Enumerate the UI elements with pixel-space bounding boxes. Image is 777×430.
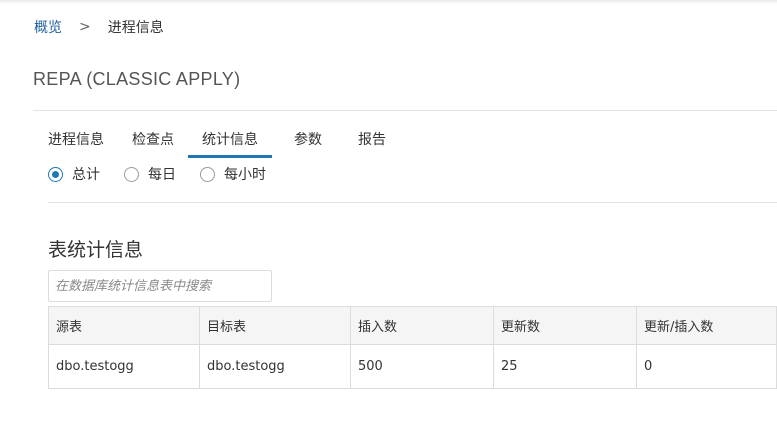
cell-source: dbo.testogg: [48, 344, 200, 389]
table-statistics: 源表 目标表 插入数 更新数 更新/插入数 dbo.testogg dbo.te…: [48, 306, 777, 389]
table-row: dbo.testogg dbo.testogg 500 25 0: [48, 344, 777, 389]
cell-updates: 25: [493, 344, 637, 389]
column-header-target[interactable]: 目标表: [199, 306, 351, 345]
tab-parameters[interactable]: 参数: [272, 128, 344, 158]
column-header-inserts[interactable]: 插入数: [350, 306, 494, 345]
page-title: REPA (CLASSIC APPLY): [33, 69, 241, 89]
breadcrumb: 概览 > 进程信息: [34, 17, 164, 37]
radio-unchecked-icon: [200, 166, 215, 182]
breadcrumb-overview-link[interactable]: 概览: [34, 17, 62, 37]
column-header-source[interactable]: 源表: [48, 306, 200, 345]
table-header-row: 源表 目标表 插入数 更新数 更新/插入数: [48, 306, 777, 345]
radio-checked-icon: [48, 166, 63, 182]
breadcrumb-separator: >: [79, 19, 91, 35]
column-header-updates[interactable]: 更新数: [493, 306, 637, 345]
radio-daily-label: 每日: [148, 167, 176, 183]
radio-daily[interactable]: 每日: [124, 164, 176, 184]
period-radio-group: 总计 每日 每小时: [48, 164, 290, 184]
section-divider: [48, 202, 777, 203]
header-divider: [33, 110, 777, 111]
radio-total[interactable]: 总计: [48, 164, 100, 184]
cell-upserts: 0: [636, 344, 777, 389]
tab-bar: 进程信息 检查点 统计信息 参数 报告: [34, 128, 400, 158]
tab-process-info[interactable]: 进程信息: [34, 128, 118, 158]
tab-checkpoints[interactable]: 检查点: [118, 128, 188, 158]
radio-hourly[interactable]: 每小时: [200, 164, 266, 184]
top-shadow: [0, 0, 777, 4]
tab-report[interactable]: 报告: [344, 128, 400, 158]
cell-inserts: 500: [350, 344, 494, 389]
breadcrumb-current: 进程信息: [107, 20, 164, 36]
column-header-upserts[interactable]: 更新/插入数: [636, 306, 777, 345]
radio-unchecked-icon: [124, 166, 139, 182]
tab-statistics[interactable]: 统计信息: [188, 128, 272, 158]
radio-hourly-label: 每小时: [224, 167, 266, 183]
section-title: 表统计信息: [48, 239, 144, 261]
cell-target: dbo.testogg: [199, 344, 351, 389]
table-search-input[interactable]: [48, 270, 272, 302]
radio-total-label: 总计: [72, 167, 100, 183]
